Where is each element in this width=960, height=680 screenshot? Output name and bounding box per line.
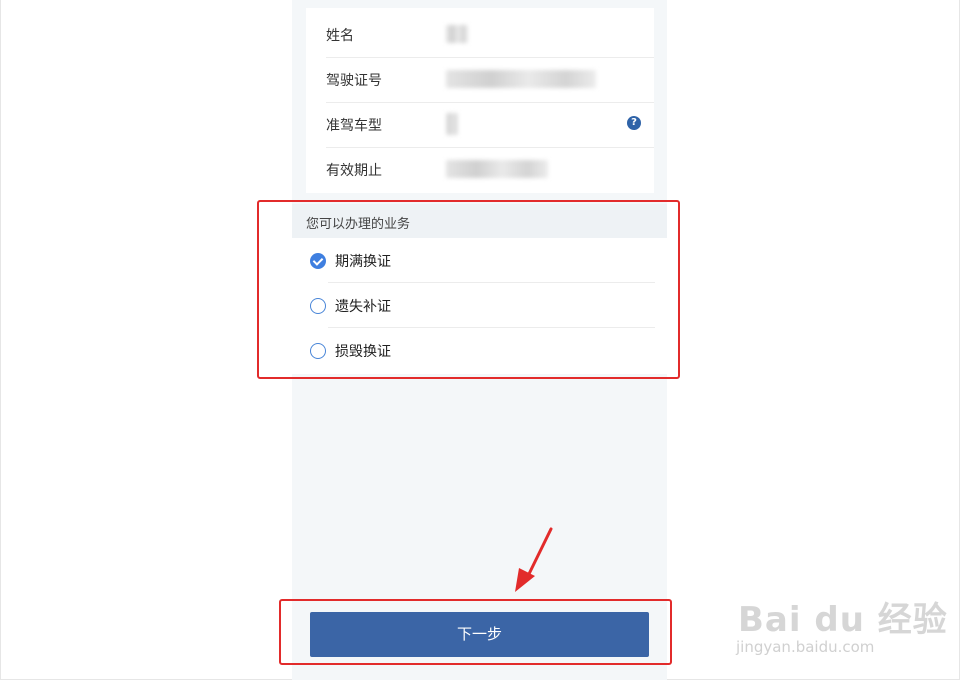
name-label: 姓名 [326,28,354,44]
vehicle-class-label: 准驾车型 [326,118,382,134]
info-row-name: 姓名 [326,12,654,58]
frame-left-border [0,0,1,680]
info-row-vehicle-class: 准驾车型 ? [326,102,654,148]
expiry-label: 有效期止 [326,163,382,179]
info-row-expiry: 有效期止 [326,147,654,192]
driver-info-card: 姓名 驾驶证号 准驾车型 ? 有效期止 [306,8,654,193]
vehicle-class-value-redacted [446,113,458,135]
name-value-redacted [446,25,468,43]
red-arrow-icon [515,527,553,592]
info-row-license-number: 驾驶证号 [326,57,654,103]
help-icon[interactable]: ? [627,116,641,130]
baidu-watermark-logo: Bai du 经验 [738,600,948,640]
highlight-next-button-box [279,599,672,665]
baidu-watermark-url: jingyan.baidu.com [736,638,875,656]
expiry-value-redacted [446,160,548,178]
license-number-label: 驾驶证号 [326,73,382,89]
license-number-value-redacted [446,70,596,88]
highlight-services-box [257,200,680,379]
